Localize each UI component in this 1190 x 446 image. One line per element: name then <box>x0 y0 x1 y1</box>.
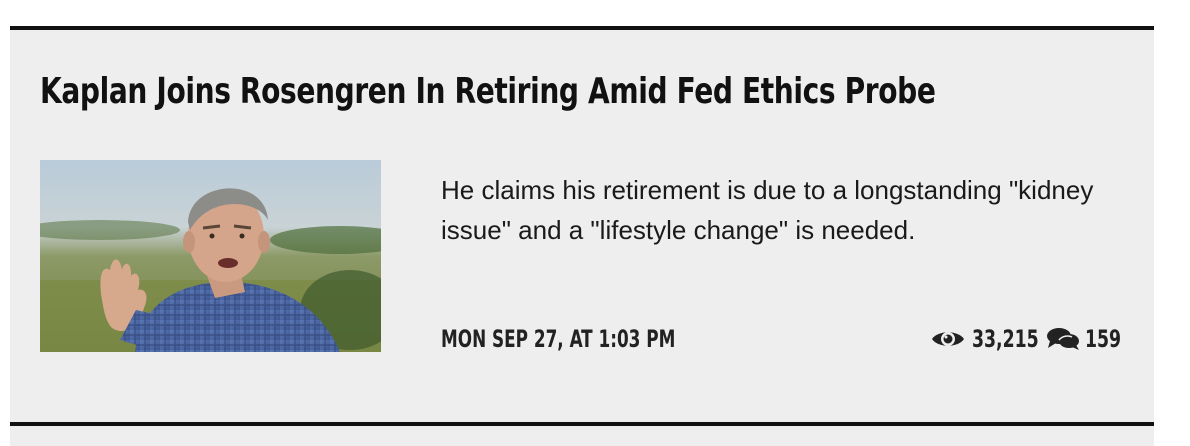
page: Kaplan Joins Rosengren In Retiring Amid … <box>0 0 1190 446</box>
article-thumbnail[interactable] <box>40 160 381 352</box>
eye-icon <box>931 328 965 350</box>
thumbnail-image <box>40 160 381 352</box>
article-timestamp: MON SEP 27, AT 1:03 PM <box>441 325 676 353</box>
view-count: 33,215 <box>972 325 1039 353</box>
article-headline[interactable]: Kaplan Joins Rosengren In Retiring Amid … <box>40 68 936 116</box>
comments-icon[interactable] <box>1046 327 1080 351</box>
article-card: Kaplan Joins Rosengren In Retiring Amid … <box>10 26 1154 422</box>
article-teaser: He claims his retirement is due to a lon… <box>441 175 1094 245</box>
article-stats: 33,215 159 <box>931 321 1122 357</box>
comment-count[interactable]: 159 <box>1085 321 1121 357</box>
next-article-card <box>10 426 1154 446</box>
